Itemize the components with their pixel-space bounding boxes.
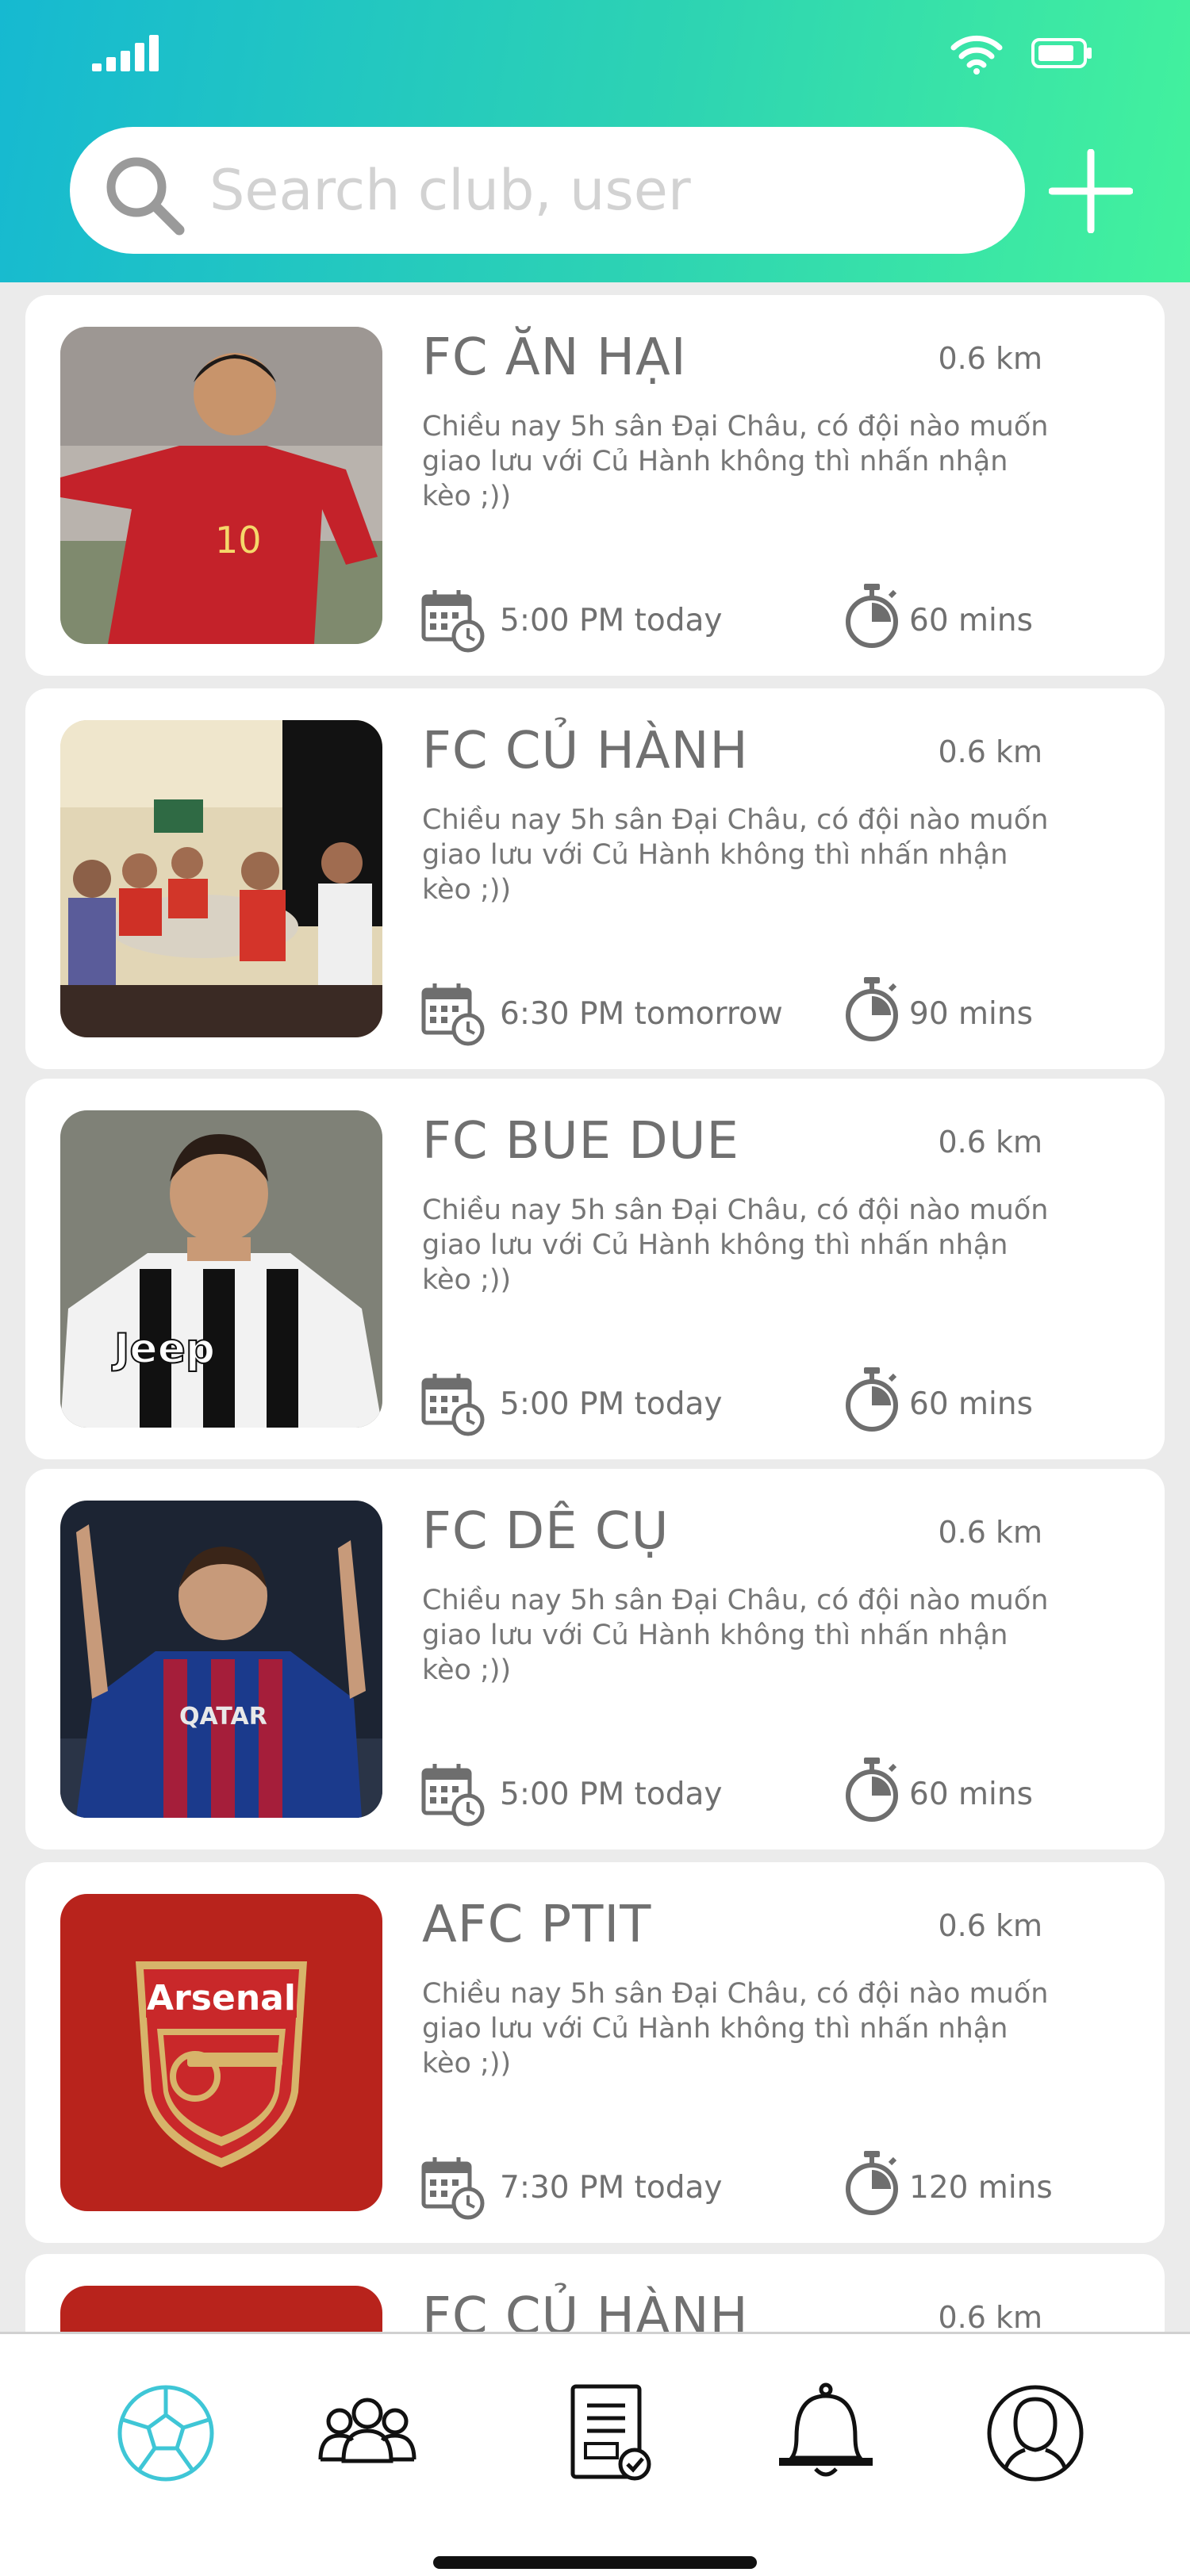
match-duration: 60 mins [909,603,1033,638]
nav-groups[interactable] [316,2382,419,2485]
match-time: 5:00 PM today [500,1777,723,1812]
calendar-clock-icon [421,2157,485,2220]
match-duration: 60 mins [909,1777,1033,1812]
nav-matches[interactable] [114,2382,217,2485]
club-name: FC BUE DUE [422,1112,739,1171]
club-logo [60,2286,382,2332]
club-photo: 10 [60,327,382,644]
document-check-icon [570,2384,651,2481]
svg-text:10: 10 [215,519,262,562]
club-card[interactable]: 10 FC ĂN HẠI 0.6 km Chiều nay 5h sân Đại… [25,295,1165,676]
club-card[interactable]: Arsenal AFC PTIT 0.6 km Chiều nay 5h sân… [25,1862,1165,2243]
stopwatch-icon [846,1758,898,1822]
match-time: 6:30 PM tomorrow [500,996,783,1032]
match-time: 5:00 PM today [500,603,723,638]
wifi-icon [950,35,1003,75]
club-card[interactable]: FC CỦ HÀNH 0.6 km Chiều nay 5h sân Đại C… [25,688,1165,1069]
club-description: Chiều nay 5h sân Đại Châu, có đội nào mu… [422,1585,1049,1686]
match-duration: 90 mins [909,996,1033,1032]
club-card[interactable]: FC CỦ HÀNH 0.6 km [25,2254,1165,2332]
club-distance: 0.6 km [938,1908,1042,1943]
club-photo: QATAR [60,1501,382,1818]
match-time: 7:30 PM today [500,2170,723,2206]
search-input[interactable] [209,155,987,225]
plus-icon[interactable] [1049,149,1133,233]
club-name: FC ĂN HẠI [422,328,687,387]
svg-text:Jeep: Jeep [112,1325,215,1373]
club-description: Chiều nay 5h sân Đại Châu, có đội nào mu… [422,1194,1049,1296]
club-distance: 0.6 km [938,341,1042,376]
bottom-nav [0,2332,1190,2576]
signal-icon [92,35,159,71]
club-distance: 0.6 km [938,734,1042,769]
club-card[interactable]: Jeep FC BUE DUE 0.6 km Chiều nay 5h sân … [25,1079,1165,1459]
calendar-clock-icon [421,1374,485,1436]
stopwatch-icon [846,2151,898,2215]
stopwatch-icon [846,1367,898,1432]
club-logo: Arsenal [60,1894,382,2211]
club-description: Chiều nay 5h sân Đại Châu, có đội nào mu… [422,804,1049,906]
club-distance: 0.6 km [938,1125,1042,1160]
header [0,0,1190,282]
calendar-clock-icon [421,590,485,653]
svg-text:QATAR: QATAR [179,1703,267,1731]
club-description: Chiều nay 5h sân Đại Châu, có đội nào mu… [422,1978,1049,2080]
club-name: FC DÊ CỤ [422,1502,670,1561]
bell-icon [779,2382,873,2477]
club-list[interactable]: 10 FC ĂN HẠI 0.6 km Chiều nay 5h sân Đại… [0,282,1190,2332]
nav-profile[interactable] [984,2382,1087,2485]
arsenal-logo-text: Arsenal [147,1978,296,2018]
match-duration: 120 mins [909,2170,1053,2206]
club-name: AFC PTIT [422,1896,652,1954]
home-indicator [433,2556,757,2569]
club-distance: 0.6 km [938,1515,1042,1550]
battery-icon [1031,38,1092,68]
search-icon [106,157,185,236]
match-duration: 60 mins [909,1386,1033,1422]
club-distance: 0.6 km [938,2300,1042,2332]
profile-icon [987,2385,1084,2482]
calendar-clock-icon [421,1764,485,1827]
search-bar[interactable] [70,127,1025,254]
stopwatch-icon [846,977,898,1041]
club-photo [60,720,382,1037]
club-description: Chiều nay 5h sân Đại Châu, có đội nào mu… [422,411,1049,512]
calendar-clock-icon [421,983,485,1046]
soccer-ball-icon [117,2385,214,2482]
club-card[interactable]: QATAR FC DÊ CỤ 0.6 km Chiều nay 5h sân Đ… [25,1469,1165,1850]
stopwatch-icon [846,584,898,648]
club-name: FC CỦ HÀNH [422,2287,749,2332]
nav-requests[interactable] [559,2382,662,2485]
group-icon [318,2398,416,2463]
club-photo: Jeep [60,1110,382,1428]
nav-notifications[interactable] [774,2382,877,2485]
match-time: 5:00 PM today [500,1386,723,1422]
club-name: FC CỦ HÀNH [422,722,749,780]
